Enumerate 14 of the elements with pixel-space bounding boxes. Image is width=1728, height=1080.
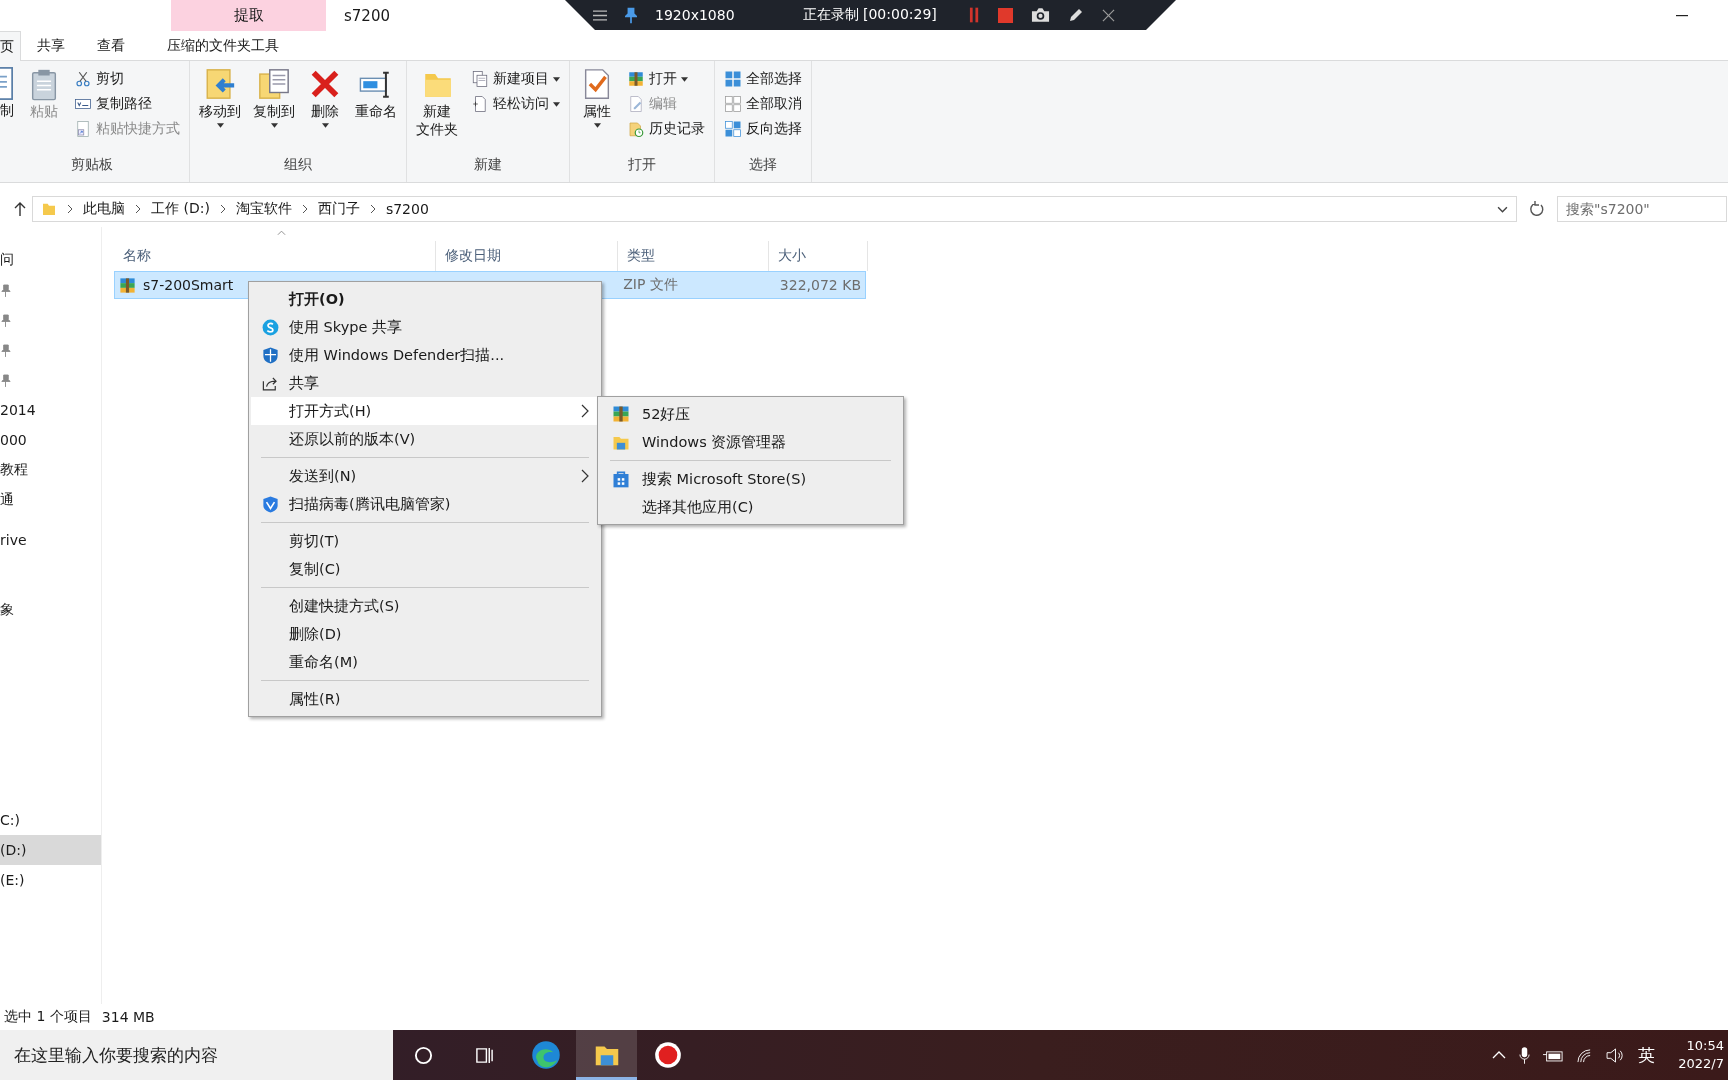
resolution-label: 1920x1080	[655, 7, 735, 23]
file-name: s7-200Smart	[143, 277, 234, 293]
selection-size: 314 MB	[101, 1009, 155, 1025]
file-size: 322,072 KB	[778, 276, 862, 295]
recording-status: 正在录制 [00:00:29]	[802, 6, 937, 24]
ribbon-group-label: 选择	[748, 156, 779, 174]
ribbon-group-label: 组织	[283, 156, 313, 174]
contextual-tab-header: 提取	[171, 0, 326, 31]
ribbon-group-label: 新建	[473, 156, 504, 174]
selection-status: 选中 1 个项目	[4, 1008, 92, 1026]
ribbon-group-label: 打开	[627, 156, 658, 174]
ribbon-group-label: 剪贴板	[69, 156, 114, 174]
window-title: s7200	[344, 5, 390, 27]
file-type: ZIP 文件	[622, 275, 679, 294]
